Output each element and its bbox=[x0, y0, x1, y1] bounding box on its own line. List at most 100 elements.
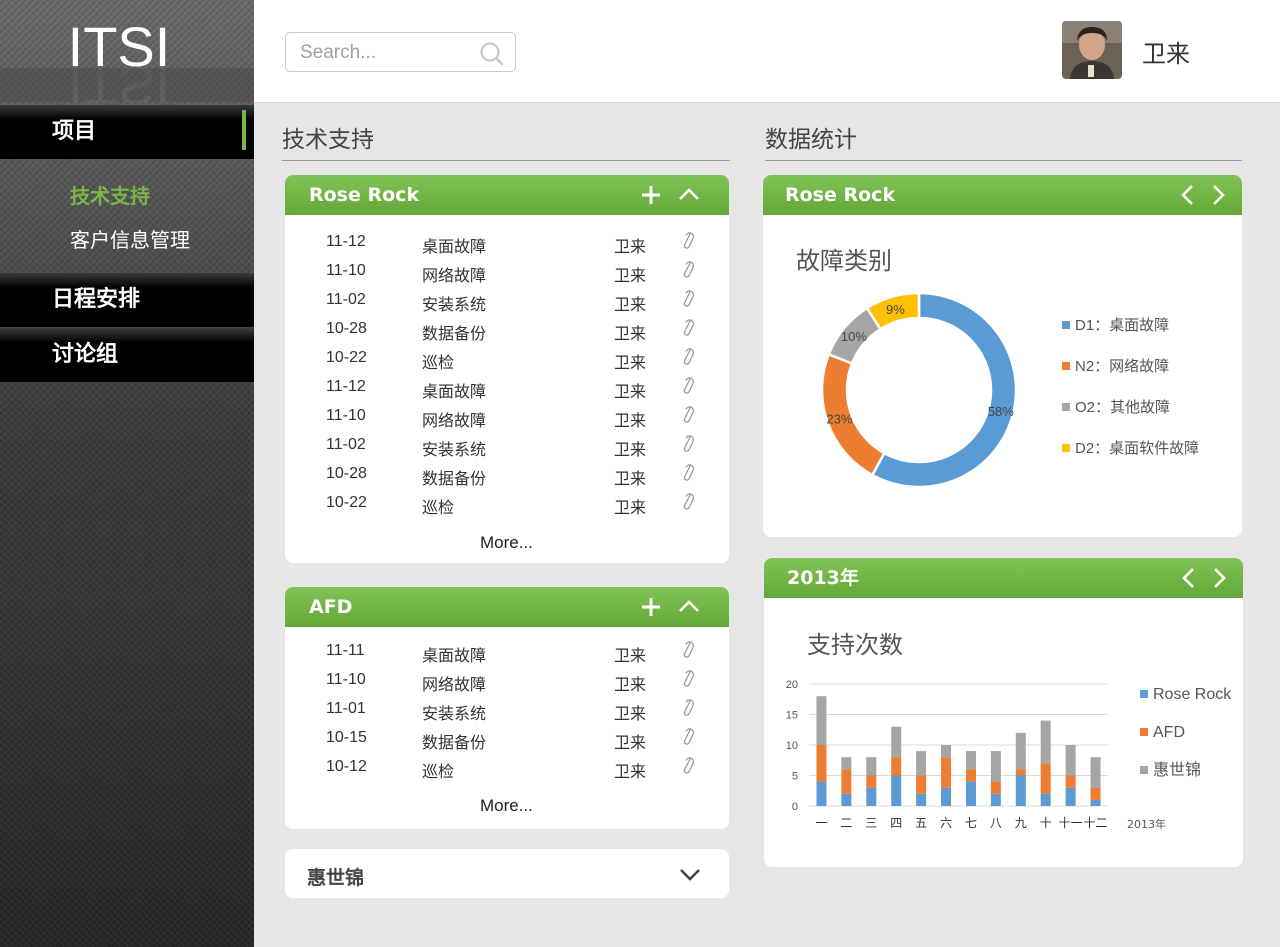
list-item[interactable]: 10-22 巡检 卫来 bbox=[285, 490, 729, 519]
nav-item-schedule[interactable]: 日程安排 bbox=[0, 273, 254, 327]
nav-item-discussion[interactable]: 讨论组 bbox=[0, 328, 254, 382]
list-item[interactable]: 10-28 数据备份 卫来 bbox=[285, 461, 729, 490]
item-user: 卫来 bbox=[614, 764, 647, 781]
search-input[interactable] bbox=[300, 41, 470, 65]
chevron-down-icon[interactable] bbox=[678, 862, 702, 886]
chevron-left-icon[interactable] bbox=[1176, 183, 1200, 207]
bar-segment bbox=[941, 745, 952, 758]
item-date: 11-02 bbox=[326, 291, 366, 308]
item-date: 10-15 bbox=[326, 729, 367, 746]
bar-segment bbox=[990, 793, 1001, 806]
card-header: AFD bbox=[285, 587, 729, 627]
nav-item-label: 项目 bbox=[52, 119, 97, 144]
search-box bbox=[285, 32, 516, 72]
attachment-icon[interactable] bbox=[681, 463, 695, 483]
attachment-icon[interactable] bbox=[681, 318, 695, 338]
list-item[interactable]: 11-10 网络故障 卫来 bbox=[285, 258, 729, 287]
attachment-icon[interactable] bbox=[681, 231, 695, 251]
attachment-icon[interactable] bbox=[681, 669, 695, 689]
item-date: 11-10 bbox=[326, 671, 366, 688]
subnav-item-tech-support[interactable]: 技术支持 bbox=[70, 180, 150, 209]
plus-icon[interactable] bbox=[639, 595, 663, 619]
item-user: 卫来 bbox=[614, 326, 647, 343]
more-link[interactable]: More... bbox=[480, 533, 533, 553]
list-item[interactable]: 11-10 网络故障 卫来 bbox=[285, 667, 729, 696]
item-type: 网络故障 bbox=[422, 413, 487, 430]
legend-swatch bbox=[1140, 728, 1148, 736]
user-name[interactable]: 卫来 bbox=[1142, 34, 1190, 69]
attachment-icon[interactable] bbox=[681, 434, 695, 454]
x-tick-label: 十二 bbox=[1084, 816, 1108, 830]
item-type: 安装系统 bbox=[422, 297, 487, 314]
attachment-icon[interactable] bbox=[681, 260, 695, 280]
card-title: Rose Rock bbox=[785, 184, 896, 206]
subnav-item-customer-info[interactable]: 客户信息管理 bbox=[70, 224, 190, 253]
item-user: 卫来 bbox=[614, 735, 647, 752]
search-icon[interactable] bbox=[479, 41, 505, 67]
chevron-right-icon[interactable] bbox=[1207, 566, 1231, 590]
list-item[interactable]: 10-28 数据备份 卫来 bbox=[285, 316, 729, 345]
list-item[interactable]: 11-12 桌面故障 卫来 bbox=[285, 229, 729, 258]
legend-swatch bbox=[1062, 362, 1070, 370]
active-indicator bbox=[242, 110, 246, 150]
x-tick-label: 七 bbox=[965, 816, 977, 830]
list-item[interactable]: 11-12 桌面故障 卫来 bbox=[285, 374, 729, 403]
attachment-icon[interactable] bbox=[681, 492, 695, 512]
chevron-right-icon[interactable] bbox=[1206, 183, 1230, 207]
y-tick-label: 5 bbox=[792, 771, 798, 783]
list-item[interactable]: 10-15 数据备份 卫来 bbox=[285, 725, 729, 754]
list-item[interactable]: 11-02 安装系统 卫来 bbox=[285, 287, 729, 316]
attachment-icon[interactable] bbox=[681, 727, 695, 747]
attachment-icon[interactable] bbox=[681, 698, 695, 718]
card-fault-category-chart: Rose Rock 故障类别 58% 23% 10% 9% D1：桌面故障 N2：网络故障… bbox=[763, 175, 1242, 537]
legend-swatch bbox=[1062, 403, 1070, 411]
user-avatar[interactable] bbox=[1062, 21, 1122, 79]
attachment-icon[interactable] bbox=[681, 376, 695, 396]
x-tick-label: 十一 bbox=[1059, 816, 1083, 830]
bar-segment bbox=[841, 793, 852, 806]
card-hui-shi-jin[interactable]: 惠世锦 bbox=[285, 849, 729, 898]
attachment-icon[interactable] bbox=[681, 405, 695, 425]
bar-segment bbox=[1015, 775, 1026, 806]
nav-item-projects[interactable]: 项目 bbox=[0, 105, 254, 159]
item-user: 卫来 bbox=[614, 648, 647, 665]
list-item[interactable]: 11-10 网络故障 卫来 bbox=[285, 403, 729, 432]
item-user: 卫来 bbox=[614, 677, 647, 694]
bar-segment bbox=[916, 751, 927, 776]
attachment-icon[interactable] bbox=[681, 756, 695, 776]
attachment-icon[interactable] bbox=[681, 640, 695, 660]
list-item[interactable]: 11-02 安装系统 卫来 bbox=[285, 432, 729, 461]
more-link[interactable]: More... bbox=[480, 796, 533, 816]
chevron-up-icon[interactable] bbox=[677, 183, 701, 207]
bar-segment bbox=[891, 726, 902, 758]
item-type: 数据备份 bbox=[422, 735, 487, 752]
attachment-icon[interactable] bbox=[681, 289, 695, 309]
item-user: 卫来 bbox=[614, 706, 647, 723]
list-item[interactable]: 11-11 桌面故障 卫来 bbox=[285, 638, 729, 667]
ticket-list: 11-12 桌面故障 卫来 11-10 网络故障 卫来 11-02 安装系统 卫来 10-28 数据… bbox=[285, 229, 729, 519]
item-type: 巡检 bbox=[422, 355, 455, 372]
item-type: 巡检 bbox=[422, 500, 455, 517]
list-item[interactable]: 10-22 巡检 卫来 bbox=[285, 345, 729, 374]
plus-icon[interactable] bbox=[639, 183, 663, 207]
header: 卫来 bbox=[254, 0, 1280, 103]
chevron-left-icon[interactable] bbox=[1177, 566, 1201, 590]
donut-chart: 58% 23% 10% 9% D1：桌面故障 N2：网络故障 O2：其他故障 D2：桌面软件故… bbox=[820, 291, 1199, 489]
card-support-count-chart: 2013年 支持次数 0 5 10 15 20 一二三四五六七八九十十一 十二 2013年 Ro… bbox=[764, 558, 1243, 867]
card-header: Rose Rock bbox=[763, 175, 1242, 215]
bar-segment bbox=[1015, 769, 1026, 776]
card-afd: AFD 11-11 桌面故障 卫来 11-10 网络故障 卫来 11-01 安装系统 卫来 10-… bbox=[285, 587, 729, 829]
chevron-up-icon[interactable] bbox=[677, 595, 701, 619]
list-item[interactable]: 11-01 安装系统 卫来 bbox=[285, 696, 729, 725]
legend-label: 惠世锦 bbox=[1153, 761, 1201, 779]
x-tick-label: 一 bbox=[815, 816, 827, 830]
bar-segment bbox=[916, 775, 927, 794]
card-header: Rose Rock bbox=[285, 175, 729, 215]
item-user: 卫来 bbox=[614, 471, 647, 488]
item-date: 10-28 bbox=[326, 465, 367, 482]
list-item[interactable]: 10-12 巡检 卫来 bbox=[285, 754, 729, 783]
bar-segment bbox=[1090, 757, 1101, 788]
item-date: 11-12 bbox=[326, 378, 366, 395]
attachment-icon[interactable] bbox=[681, 347, 695, 367]
legend-swatch bbox=[1140, 690, 1148, 698]
